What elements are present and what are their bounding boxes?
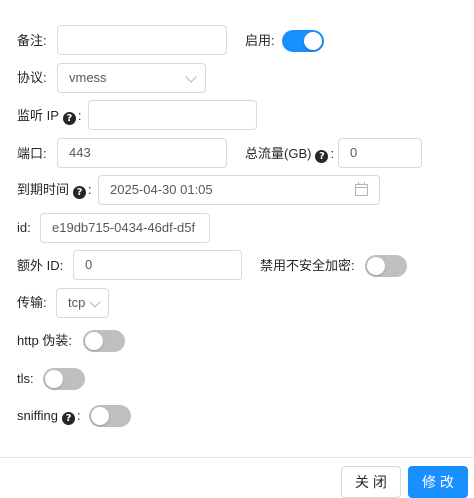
- disable-insecure-switch[interactable]: [365, 255, 407, 277]
- protocol-label: 协议:: [17, 70, 47, 85]
- listen-ip-input[interactable]: [88, 100, 257, 130]
- port-label: 端口:: [17, 146, 47, 161]
- sniffing-switch[interactable]: [89, 405, 131, 427]
- sniffing-label: sniffing?:: [17, 408, 81, 425]
- help-icon[interactable]: ?: [62, 112, 76, 125]
- switch-knob: [45, 370, 63, 388]
- network-select-value: tcp: [68, 295, 86, 310]
- http-obfs-switch[interactable]: [83, 330, 125, 352]
- tls-label: tls:: [17, 371, 34, 386]
- remark-label: 备注:: [17, 33, 47, 48]
- port-input[interactable]: 443: [57, 138, 227, 168]
- help-icon[interactable]: ?: [73, 186, 87, 199]
- switch-knob: [304, 32, 322, 50]
- modify-button[interactable]: 修 改: [408, 466, 468, 498]
- footer-divider: [0, 457, 474, 458]
- protocol-select-value: vmess: [69, 70, 107, 85]
- network-select[interactable]: tcp: [56, 288, 109, 318]
- expiry-date-value: 2025-04-30 01:05: [110, 182, 213, 197]
- switch-knob: [85, 332, 103, 350]
- listen-ip-label: 监听 IP?:: [17, 108, 82, 125]
- expiry-date-picker[interactable]: 2025-04-30 01:05: [98, 175, 380, 205]
- help-icon[interactable]: ?: [61, 412, 75, 425]
- help-icon[interactable]: ?: [315, 150, 329, 163]
- enable-switch[interactable]: [282, 30, 324, 52]
- close-button[interactable]: 关 闭: [341, 466, 401, 498]
- chevron-down-icon: [185, 71, 197, 83]
- id-label: id:: [17, 220, 31, 235]
- alter-id-input[interactable]: 0: [73, 250, 242, 280]
- enable-label: 启用:: [245, 33, 275, 48]
- total-traffic-input[interactable]: 0: [338, 138, 422, 168]
- protocol-select[interactable]: vmess: [57, 63, 206, 93]
- switch-knob: [91, 407, 109, 425]
- total-traffic-label: 总流量(GB)?:: [245, 146, 335, 163]
- http-obfs-label: http 伪装:: [17, 333, 72, 348]
- disable-insecure-label: 禁用不安全加密:: [260, 258, 355, 273]
- id-input[interactable]: e19db715-0434-46df-d5f: [40, 213, 210, 243]
- alter-id-label: 额外 ID:: [17, 258, 64, 273]
- switch-knob: [367, 257, 385, 275]
- chevron-down-icon: [89, 296, 101, 308]
- network-label: 传输:: [17, 295, 47, 310]
- expiry-label: 到期时间?:: [17, 182, 92, 199]
- remark-input[interactable]: [57, 25, 227, 55]
- tls-switch[interactable]: [43, 368, 85, 390]
- calendar-icon: [355, 182, 368, 196]
